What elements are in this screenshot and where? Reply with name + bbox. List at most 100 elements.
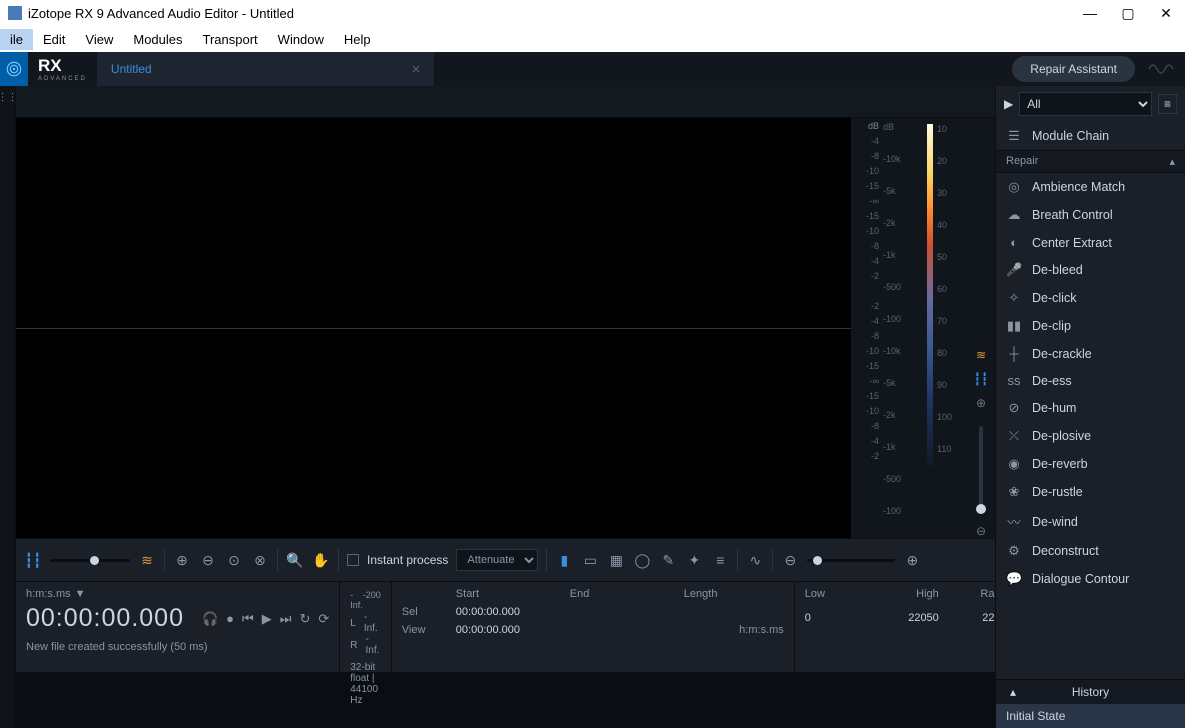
- waveform-link-icon[interactable]: [1147, 59, 1175, 79]
- spectrogram-bars-icon[interactable]: ┇┇: [974, 372, 988, 386]
- zoom-out-icon[interactable]: ⊖: [199, 552, 217, 569]
- module-filter-select[interactable]: All: [1019, 92, 1152, 116]
- vertical-zoom-slider[interactable]: [979, 426, 983, 514]
- category-repair[interactable]: Repair▴: [996, 150, 1185, 173]
- zoom-selection-icon[interactable]: ⊗: [251, 552, 269, 569]
- click-icon: ✧: [1006, 290, 1022, 306]
- freq-low[interactable]: 0: [805, 612, 865, 624]
- time-select-icon[interactable]: ▮: [555, 552, 573, 569]
- menu-transport[interactable]: Transport: [193, 29, 268, 50]
- module-wind[interactable]: 〰De-wind: [996, 506, 1185, 537]
- close-tab-button[interactable]: ×: [412, 61, 421, 78]
- zoom-in-icon[interactable]: ⊕: [173, 552, 191, 569]
- waveform-mode-icon[interactable]: ┇┇: [24, 552, 42, 569]
- zoom-out-vert-icon[interactable]: ⊖: [976, 524, 986, 538]
- history-up-icon[interactable]: ▴: [1010, 685, 1016, 699]
- rewind-button[interactable]: ⏮: [242, 611, 254, 627]
- module-center[interactable]: ◐Center Extract: [996, 229, 1185, 256]
- record-button[interactable]: ●: [226, 611, 234, 626]
- decon-icon: ⚙: [1006, 543, 1022, 559]
- module-chain-item[interactable]: ☰ Module Chain: [996, 122, 1185, 150]
- history-header[interactable]: ▴ History: [996, 680, 1185, 704]
- freq-high[interactable]: 22050: [879, 612, 939, 624]
- opacity-slider[interactable]: [50, 559, 130, 562]
- edge-marker-icon[interactable]: ⋮⋮: [0, 92, 18, 103]
- curve-tool-icon[interactable]: ∿: [746, 552, 764, 569]
- instant-process-checkbox[interactable]: [347, 554, 359, 566]
- brush-select-icon[interactable]: ✎: [659, 552, 677, 569]
- center-icon: ◐: [1006, 235, 1022, 250]
- module-reverb[interactable]: ◉De-reverb: [996, 450, 1185, 478]
- menu-bar: ile Edit View Modules Transport Window H…: [0, 26, 1185, 52]
- rect-select-icon[interactable]: ▭: [581, 552, 599, 569]
- hzoom-out-icon[interactable]: ⊖: [781, 552, 799, 569]
- rx-logo-sub: ADVANCED: [38, 76, 87, 82]
- minimize-button[interactable]: —: [1083, 5, 1097, 22]
- module-menu-icon[interactable]: ≡: [1158, 94, 1177, 114]
- menu-file[interactable]: ile: [0, 29, 33, 50]
- hum-icon: ⊘: [1006, 400, 1022, 416]
- spectrogram-mode-icon[interactable]: ≋: [138, 552, 156, 569]
- hand-tool-icon[interactable]: ✋: [312, 552, 330, 569]
- view-start[interactable]: 00:00:00.000: [456, 624, 556, 636]
- menu-modules[interactable]: Modules: [123, 29, 192, 50]
- tab-untitled[interactable]: Untitled ×: [97, 52, 434, 86]
- hzoom-in-icon[interactable]: ⊕: [903, 552, 921, 569]
- status-message: New file created successfully (50 ms): [26, 641, 329, 653]
- module-rustle[interactable]: ❀De-rustle: [996, 478, 1185, 506]
- menu-edit[interactable]: Edit: [33, 29, 75, 50]
- spectrogram-colorbar: [927, 124, 933, 468]
- module-plosive[interactable]: ⤫De-plosive: [996, 422, 1185, 450]
- region-list-icon[interactable]: ≡: [711, 552, 729, 568]
- transport-bar: h:m:s.ms ▼ 00:00:00.000 🎧 ● ⏮ ▶ ⏭ ↻ ⟳ Ne…: [16, 582, 995, 672]
- forward-button[interactable]: ⏭: [280, 611, 292, 627]
- loop-button[interactable]: ↻: [299, 611, 310, 627]
- menu-help[interactable]: Help: [334, 29, 381, 50]
- process-mode-select[interactable]: Attenuate: [456, 549, 538, 571]
- search-icon[interactable]: 🔍: [286, 552, 304, 569]
- match-icon: ◎: [1006, 179, 1022, 195]
- timeline-ruler[interactable]: [16, 86, 995, 118]
- clip-icon: ▮▮: [1006, 318, 1022, 334]
- module-crackle[interactable]: ┼De-crackle: [996, 340, 1185, 367]
- app-icon: [8, 6, 22, 20]
- module-match[interactable]: ◎Ambience Match: [996, 173, 1185, 201]
- play-button[interactable]: ▶: [262, 611, 272, 627]
- module-play-icon[interactable]: ▶: [1004, 97, 1013, 111]
- module-click[interactable]: ✧De-click: [996, 284, 1185, 312]
- lasso-select-icon[interactable]: ◯: [633, 552, 651, 569]
- close-window-button[interactable]: ✕: [1159, 5, 1173, 22]
- time-format-label[interactable]: h:m:s.ms: [26, 588, 71, 600]
- module-breath[interactable]: ☁Breath Control: [996, 201, 1185, 229]
- module-hum[interactable]: ⊘De-hum: [996, 394, 1185, 422]
- loop-region-button[interactable]: ⟳: [318, 611, 329, 627]
- ess-icon: ss: [1006, 373, 1022, 388]
- zoom-fit-icon[interactable]: ⊙: [225, 552, 243, 569]
- module-clip[interactable]: ▮▮De-clip: [996, 312, 1185, 340]
- tab-label: Untitled: [111, 62, 152, 76]
- repair-assistant-button[interactable]: Repair Assistant: [1012, 56, 1135, 82]
- zoom-in-vert-icon[interactable]: ⊕: [976, 396, 986, 410]
- menu-view[interactable]: View: [75, 29, 123, 50]
- module-ess[interactable]: ssDe-ess: [996, 367, 1185, 394]
- playhead-position[interactable]: 00:00:00.000: [26, 604, 184, 633]
- sel-start[interactable]: 00:00:00.000: [456, 606, 556, 618]
- waveform-canvas[interactable]: [16, 118, 851, 538]
- headphones-icon[interactable]: 🎧: [202, 611, 218, 627]
- freq-select-icon[interactable]: ▦: [607, 552, 625, 569]
- menu-window[interactable]: Window: [268, 29, 334, 50]
- reverb-icon: ◉: [1006, 456, 1022, 472]
- module-dialog[interactable]: 💬Dialogue Contour: [996, 565, 1185, 593]
- time-format-arrow-icon[interactable]: ▼: [75, 588, 86, 600]
- spectrogram-wave-icon[interactable]: ≋: [976, 348, 986, 362]
- module-bleed[interactable]: 🎤De-bleed: [996, 256, 1185, 284]
- title-bar: iZotope RX 9 Advanced Audio Editor - Unt…: [0, 0, 1185, 26]
- hzoom-slider[interactable]: [807, 559, 895, 562]
- history-initial-state[interactable]: Initial State: [996, 704, 1185, 728]
- maximize-button[interactable]: ▢: [1121, 5, 1135, 22]
- tab-bar: RX ADVANCED Untitled × Repair Assistant: [0, 52, 1185, 86]
- wand-select-icon[interactable]: ✦: [685, 552, 703, 569]
- chain-icon: ☰: [1006, 128, 1022, 144]
- module-decon[interactable]: ⚙Deconstruct: [996, 537, 1185, 565]
- audio-format: 32-bit float | 44100 Hz: [350, 662, 381, 706]
